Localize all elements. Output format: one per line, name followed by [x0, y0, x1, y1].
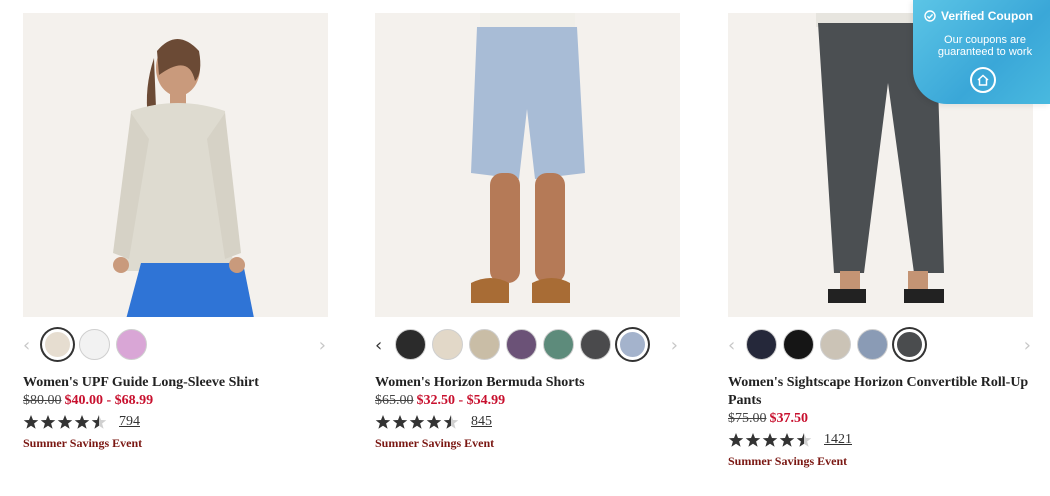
- color-swatch[interactable]: [432, 329, 463, 360]
- coupon-header: Verified Coupon: [924, 9, 1033, 23]
- sale-price: $37.50: [769, 411, 809, 426]
- original-price: $80.00: [23, 393, 62, 408]
- chevron-left-icon[interactable]: ‹: [375, 337, 382, 355]
- product-image[interactable]: [375, 13, 680, 317]
- color-swatch[interactable]: [783, 329, 814, 360]
- swatch-list: [746, 329, 925, 360]
- price: $75.00 $37.50: [728, 410, 1033, 428]
- color-swatch[interactable]: [746, 329, 777, 360]
- color-selector: ‹ ›: [23, 328, 328, 364]
- color-swatch[interactable]: [506, 329, 537, 360]
- color-swatch[interactable]: [580, 329, 611, 360]
- promo-label: Summer Savings Event: [728, 454, 848, 468]
- chevron-right-icon[interactable]: ›: [671, 337, 678, 355]
- color-swatch[interactable]: [820, 329, 851, 360]
- star-icon: [392, 415, 408, 429]
- product-card[interactable]: ‹ › Women's Horizon Bermuda Shorts $65.0…: [375, 13, 680, 451]
- review-count-link[interactable]: 1421: [824, 432, 852, 448]
- check-circle-icon: [924, 10, 936, 22]
- color-swatch[interactable]: [395, 329, 426, 360]
- color-swatch[interactable]: [469, 329, 500, 360]
- star-icon: [409, 415, 425, 429]
- star-icon: [74, 415, 90, 429]
- star-icon: [40, 415, 56, 429]
- color-swatch[interactable]: [543, 329, 574, 360]
- color-swatch[interactable]: [896, 331, 923, 358]
- star-rating: [375, 414, 459, 430]
- star-icon: [762, 433, 778, 447]
- product-card[interactable]: ‹ › Women's UPF Guide Long-Sleeve Shirt …: [23, 13, 328, 451]
- product-name[interactable]: Women's Horizon Bermuda Shorts: [375, 374, 680, 392]
- price: $65.00 $32.50 - $54.99: [375, 392, 680, 410]
- star-icon: [745, 433, 761, 447]
- chevron-right-icon[interactable]: ›: [1024, 337, 1031, 355]
- star-icon: [426, 415, 442, 429]
- star-icon: [779, 433, 795, 447]
- chevron-left-icon[interactable]: ‹: [23, 337, 30, 355]
- color-swatch[interactable]: [79, 329, 110, 360]
- color-swatch[interactable]: [116, 329, 147, 360]
- star-rating: [23, 414, 107, 430]
- color-selector: ‹ ›: [728, 328, 1033, 364]
- star-rating: [728, 432, 812, 448]
- product-image[interactable]: [23, 13, 328, 317]
- star-icon: [728, 433, 744, 447]
- color-swatch[interactable]: [857, 329, 888, 360]
- coupon-subtitle: Our coupons are guaranteed to work: [937, 34, 1033, 58]
- star-icon: [375, 415, 391, 429]
- rating: 845: [375, 413, 680, 431]
- promo-label: Summer Savings Event: [23, 436, 143, 450]
- star-icon: [796, 433, 812, 447]
- swatch-list: [395, 329, 648, 360]
- product-name[interactable]: Women's UPF Guide Long-Sleeve Shirt: [23, 374, 328, 392]
- sale-price: $32.50 - $54.99: [416, 393, 506, 408]
- color-selector: ‹ ›: [375, 328, 680, 364]
- star-icon: [91, 415, 107, 429]
- home-icon[interactable]: [970, 67, 996, 93]
- chevron-left-icon[interactable]: ‹: [728, 337, 735, 355]
- rating: 794: [23, 413, 328, 431]
- rating: 1421: [728, 431, 1033, 449]
- sale-price: $40.00 - $68.99: [64, 393, 154, 408]
- original-price: $75.00: [728, 411, 767, 426]
- product-name[interactable]: Women's Sightscape Horizon Convertible R…: [728, 374, 1033, 410]
- review-count-link[interactable]: 794: [119, 414, 140, 430]
- star-icon: [57, 415, 73, 429]
- swatch-list: [42, 329, 147, 360]
- original-price: $65.00: [375, 393, 414, 408]
- verified-coupon-badge[interactable]: Verified Coupon Our coupons are guarante…: [913, 0, 1050, 104]
- star-icon: [23, 415, 39, 429]
- color-swatch[interactable]: [619, 331, 646, 358]
- price: $80.00 $40.00 - $68.99: [23, 392, 328, 410]
- star-icon: [443, 415, 459, 429]
- promo-label: Summer Savings Event: [375, 436, 495, 450]
- color-swatch[interactable]: [44, 331, 71, 358]
- review-count-link[interactable]: 845: [471, 414, 492, 430]
- coupon-title: Verified Coupon: [941, 9, 1034, 23]
- chevron-right-icon[interactable]: ›: [319, 337, 326, 355]
